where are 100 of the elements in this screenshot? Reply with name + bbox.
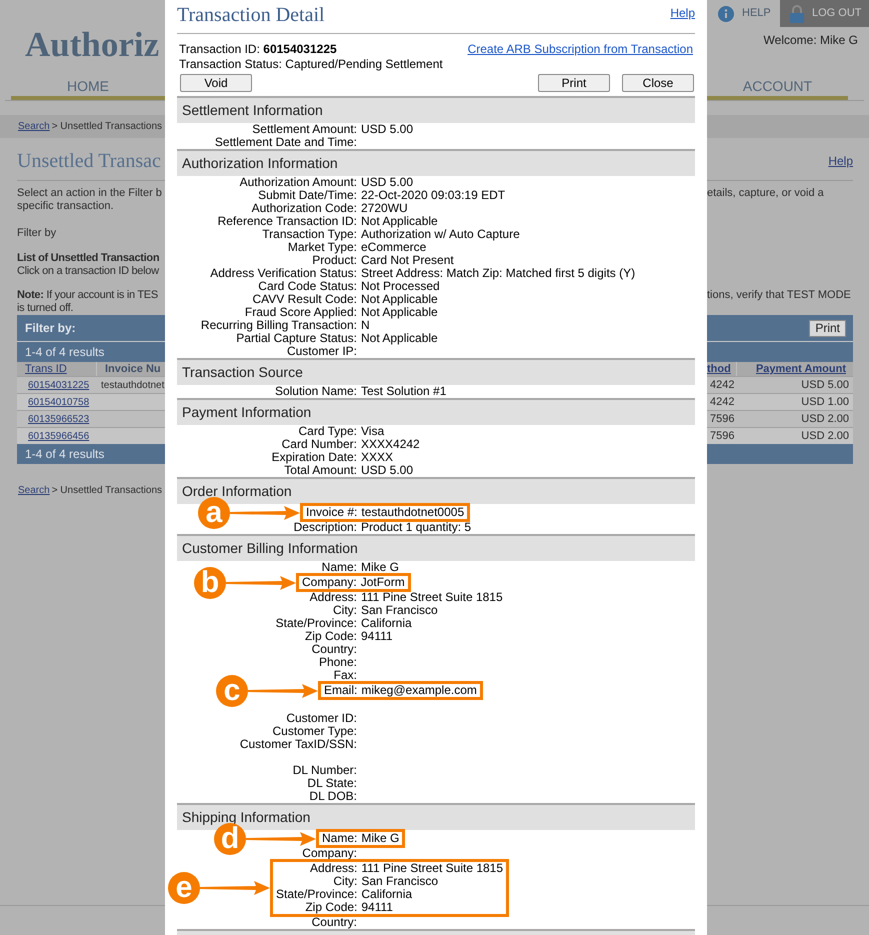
section-header: Authorization Information <box>177 149 695 176</box>
field-value: California <box>360 617 413 630</box>
field-label: Fax: <box>332 669 357 682</box>
field-value: testauthdotnet0005 <box>360 506 464 519</box>
field-label: Email: <box>324 684 358 697</box>
field-value: 111 Pine Street Suite 1815 <box>360 591 504 604</box>
dialog-title: Transaction Detail <box>177 3 325 27</box>
field-value: USD 5.00 <box>360 464 414 477</box>
field-label: Submit Date/Time: <box>257 189 357 202</box>
page-heading: Unsettled Transac <box>16 150 162 172</box>
link[interactable]: Payment Amount <box>756 363 846 375</box>
field-label: Customer IP: <box>286 345 357 358</box>
field-label: Settlement Amount: <box>251 123 357 136</box>
field-label: Card Code Status: <box>257 280 357 293</box>
field-label: Market Type: <box>286 241 357 254</box>
field-value: Mike G <box>360 561 400 574</box>
field-label: Country: <box>312 643 357 656</box>
welcome-text: Welcome: Mike G <box>764 34 858 49</box>
field-label: Description: <box>292 521 357 534</box>
close-button[interactable]: Close <box>622 74 694 92</box>
field-value: Not Applicable <box>360 215 439 228</box>
section-header: Customer Billing Information <box>177 534 695 561</box>
field-value: N <box>360 319 371 332</box>
field-label: Solution Name: <box>274 385 357 398</box>
field-label: DL Number: <box>292 764 357 777</box>
field-label: Authorization Amount: <box>238 176 357 189</box>
link[interactable]: Search <box>18 119 50 134</box>
field-value: Not Applicable <box>360 332 439 345</box>
link[interactable]: Search <box>18 483 50 498</box>
section-header: Payment Information <box>177 398 695 425</box>
field-value: California <box>360 888 414 901</box>
field-label: DL State: <box>306 777 357 790</box>
field-value: USD 5.00 <box>360 123 414 136</box>
field-value: XXXX <box>360 451 394 464</box>
section-header: Transaction Source <box>177 358 695 385</box>
intro-text: Select an action in the Filter b <box>17 187 163 200</box>
field-label: Card Type: <box>298 425 357 438</box>
field-label: Customer ID: <box>285 712 357 725</box>
nav-tab[interactable]: ACCOUNT <box>742 77 812 96</box>
field-label: Expiration Date: <box>270 451 357 464</box>
logout-button[interactable]: LOG OUT <box>780 0 869 27</box>
intro-text: etails, capture, or void a <box>707 187 824 199</box>
field-label: DL DOB: <box>308 790 357 803</box>
field-value: Product 1 quantity: 5 <box>360 521 472 534</box>
field-label: Company: <box>302 576 357 589</box>
field-label: Country: <box>310 916 357 929</box>
list-title: List of Unsettled Transaction <box>17 252 160 265</box>
nav-tab[interactable]: HOME <box>67 77 109 96</box>
field-label: Authorization Code: <box>250 202 357 215</box>
info-icon <box>718 6 734 22</box>
arb-link[interactable]: Create ARB Subscription from Transaction <box>468 42 693 57</box>
table-cell-text: USD 1.00 <box>800 394 850 410</box>
void-button[interactable]: Void <box>180 74 252 92</box>
field-label: Product: <box>311 254 357 267</box>
table-cell-text: 7596 <box>709 428 736 444</box>
field-label: City: <box>332 604 357 617</box>
field-label: Phone: <box>318 656 357 669</box>
callout-badge: b <box>194 566 226 598</box>
field-label: Total Amount: <box>284 464 357 477</box>
link[interactable]: Trans ID <box>25 363 67 375</box>
field-label: Invoice #: <box>306 506 358 519</box>
field-label: State/Province: <box>274 617 357 630</box>
field-value: XXXX4242 <box>360 438 421 451</box>
transaction-status: Transaction Status: Captured/Pending Settlement <box>178 57 444 71</box>
table-cell-text: testauthdotnet <box>100 378 164 392</box>
field-value: Mike G <box>360 832 400 845</box>
logo: Authoriz <box>24 26 160 64</box>
section-header: Settlement Information <box>177 96 695 123</box>
field-label: Customer Type: <box>272 725 357 738</box>
link[interactable]: thod <box>707 363 731 375</box>
field-label: State/Province: <box>276 888 358 901</box>
print-button[interactable]: Print <box>538 74 610 92</box>
link[interactable]: 60154031225 <box>28 380 90 390</box>
print-button[interactable]: Print <box>809 320 846 336</box>
transaction-id: Transaction ID: 60154031225 <box>179 42 337 57</box>
help-link[interactable]: HELP <box>742 5 771 22</box>
field-label: Address Verification Status: <box>209 267 357 280</box>
field-value: Not Applicable <box>360 306 439 319</box>
field-label: Zip Code: <box>304 630 357 643</box>
field-label: CAVV Result Code: <box>252 293 357 306</box>
table-cell-text: 7596 <box>709 412 736 427</box>
callout-badge: e <box>168 872 200 904</box>
field-value: San Francisco <box>360 604 439 617</box>
field-value: Street Address: Match Zip: Matched first 5 digits (Y) <box>360 267 636 280</box>
breadcrumb-text: > Unsettled Transactions <box>52 120 162 134</box>
field-value: 111 Pine Street Suite 1815 <box>360 862 504 875</box>
field-label: Fraud Score Applied: <box>244 306 357 319</box>
field-value: 2720WU <box>360 202 409 215</box>
table-cell-text: USD 2.00 <box>800 428 850 444</box>
table-cell-text: 4242 <box>709 378 736 393</box>
field-label: Address: <box>308 591 357 604</box>
field-value: 94111 <box>360 630 394 643</box>
callout-badge: c <box>216 674 248 706</box>
field-label: Name: <box>320 561 357 574</box>
help-link[interactable]: Help <box>670 4 695 22</box>
column-header: Invoice Nu <box>104 362 161 376</box>
field-value: USD 5.00 <box>360 176 414 189</box>
note-text: Note: If your account is in TES <box>17 289 159 302</box>
field-label: Settlement Date and Time: <box>214 136 357 149</box>
link[interactable]: Help <box>828 152 853 170</box>
